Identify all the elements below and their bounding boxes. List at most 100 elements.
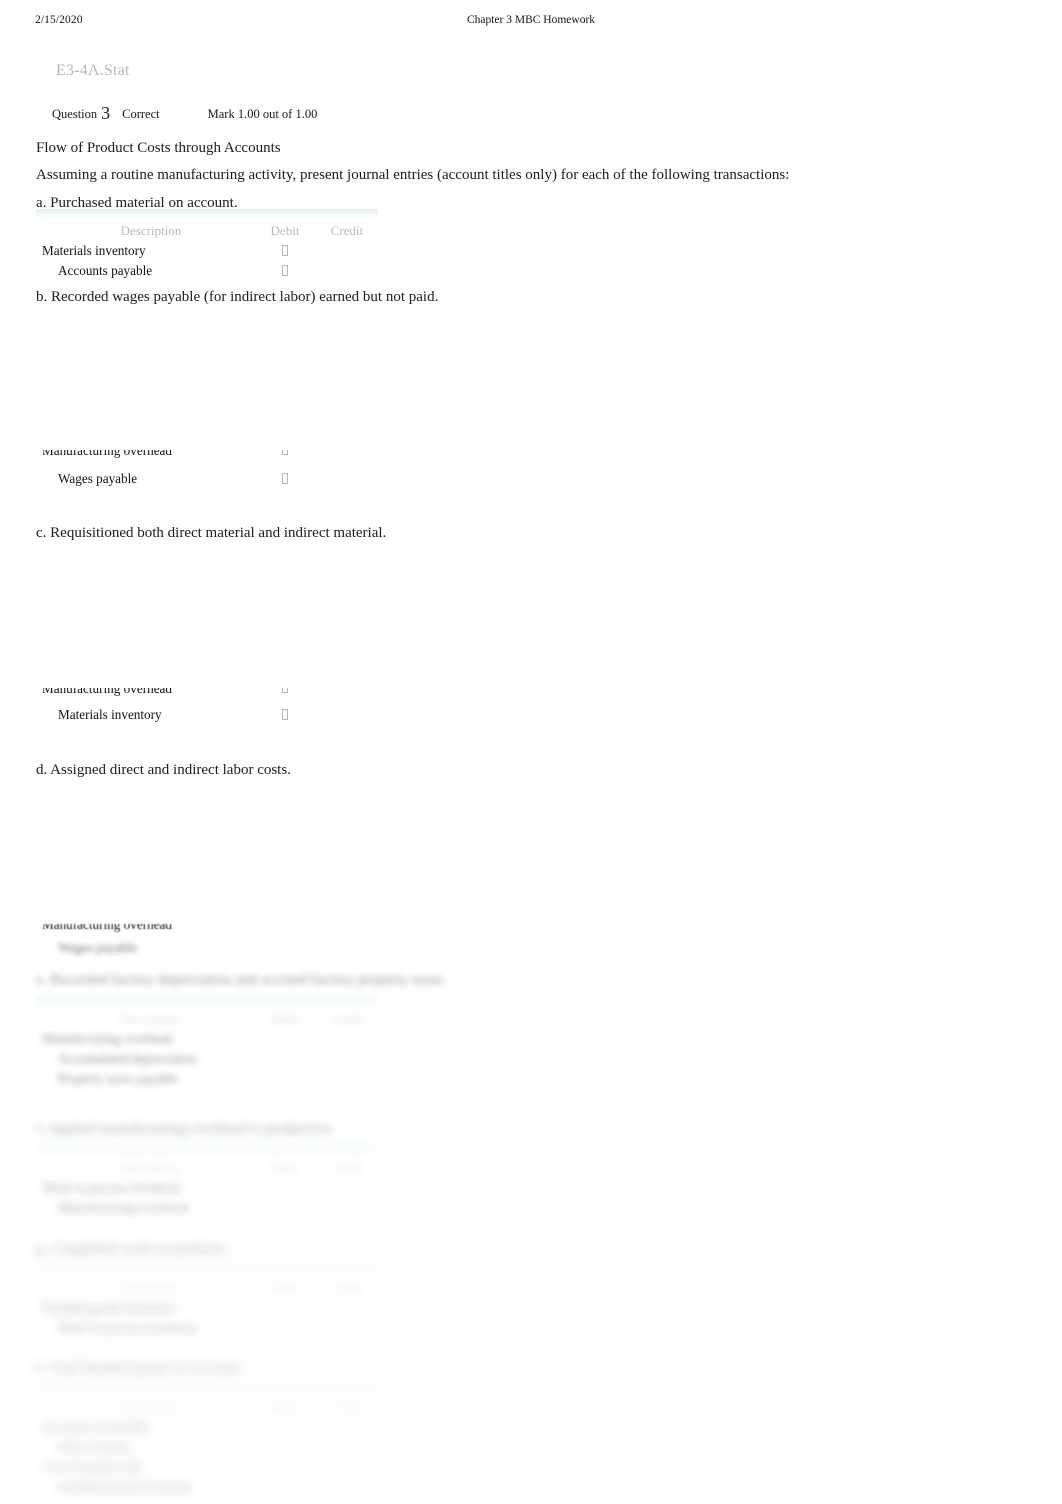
- missing-glyph-icon: [282, 265, 288, 276]
- account-title: Manufacturing overhead: [42, 1031, 172, 1046]
- account-title: Accounts receivable: [42, 1419, 150, 1434]
- print-document-title: Chapter 3 MBC Homework: [466, 14, 596, 26]
- table-row: Accumulated depreciation: [36, 1049, 378, 1069]
- account-title: Cost of goods sold: [42, 1459, 141, 1474]
- account-title: Manufacturing overhead: [42, 924, 172, 932]
- table-header-band: [36, 209, 378, 220]
- table-row: Materials inventory: [36, 241, 378, 261]
- part-e-prompt: e. Recorded factory depreciation and acc…: [36, 972, 447, 988]
- debit-value: [254, 264, 316, 278]
- table-header-row: Description Debit Credit: [36, 220, 378, 241]
- part-b-prompt: b. Recorded wages payable (for indirect …: [36, 289, 439, 305]
- missing-glyph-icon: [282, 450, 288, 455]
- table-row: Cost of goods sold: [36, 1457, 378, 1477]
- table-row: Wages payable: [36, 938, 378, 958]
- account-title: Accumulated depreciation: [58, 1051, 197, 1066]
- blurred-content-region: Wages payable e. Recorded factory deprec…: [0, 938, 1062, 1504]
- account-title: Manufacturing overhead: [42, 688, 172, 696]
- column-header-description: Description: [120, 1279, 182, 1295]
- account-title: Materials inventory: [58, 707, 162, 722]
- debit-value: [254, 244, 316, 258]
- account-title: Sales revenue: [58, 1439, 131, 1454]
- journal-table-f: Description Debit Credit Work in process…: [36, 1145, 378, 1218]
- part-f-prompt: f. Applied manufacturing overhead to pro…: [36, 1121, 334, 1137]
- part-c-prompt: c. Requisitioned both direct material an…: [36, 525, 387, 541]
- journal-table-g: Description Debit Credit Finished goods …: [36, 1265, 378, 1338]
- missing-glyph-icon: [282, 709, 288, 720]
- column-header-description: Description: [120, 1010, 182, 1026]
- table-row: Manufacturing overhead: [36, 1198, 378, 1218]
- journal-table-e: Description Debit Credit Manufacturing o…: [36, 996, 378, 1089]
- journal-table-b: Wages payable: [36, 469, 378, 489]
- column-header-credit: Credit: [330, 1398, 364, 1414]
- table-header-band: [36, 996, 378, 1008]
- table-row: Work in process inventory: [36, 1318, 378, 1338]
- account-title: Accounts payable: [58, 263, 153, 278]
- account-title: Work in process inventory: [58, 1320, 198, 1335]
- account-title: Finished goods inventory: [58, 1479, 193, 1494]
- column-header-credit: Credit: [330, 1010, 364, 1026]
- table-row: Sales revenue: [36, 1437, 378, 1457]
- table-row: Manufacturing overhead: [36, 1029, 378, 1049]
- journal-row-clipped-b: Manufacturing overhead: [36, 450, 378, 461]
- column-header-debit: Debit: [270, 1159, 300, 1175]
- journal-row-clipped-c: Manufacturing overhead: [36, 688, 378, 699]
- column-header-credit: Credit: [330, 222, 364, 238]
- missing-glyph-icon: [282, 473, 288, 484]
- journal-row-clipped-d: Manufacturing overhead: [36, 924, 378, 935]
- debit-value: [254, 472, 316, 486]
- debit-value: [254, 450, 316, 458]
- account-title: Finished goods inventory: [42, 1300, 177, 1315]
- account-title: Materials inventory: [42, 243, 146, 258]
- table-header-band: [36, 1265, 378, 1277]
- column-header-debit: Debit: [270, 1010, 300, 1026]
- account-title: Wages payable: [58, 471, 138, 486]
- table-row: Finished goods inventory: [36, 1298, 378, 1318]
- table-header-row: Description Debit Credit: [36, 1008, 378, 1029]
- print-header: 2/15/2020 Chapter 3 MBC Homework: [0, 14, 1062, 34]
- account-title: Wages payable: [58, 940, 138, 955]
- question-state-badge: Correct: [122, 107, 160, 121]
- column-header-credit: Credit: [330, 1159, 364, 1175]
- account-title: Work in process inventory: [42, 1180, 182, 1195]
- table-header-row: Description Debit Credit: [36, 1157, 378, 1178]
- table-header-row: Description Debit Credit: [36, 1396, 378, 1417]
- debit-value: [254, 708, 316, 722]
- column-header-description: Description: [120, 1159, 182, 1175]
- question-code: E3-4A.Stat: [56, 62, 130, 79]
- part-g-prompt: g. Completed work on products.: [36, 1241, 230, 1257]
- exercise-instruction: Assuming a routine manufacturing activit…: [36, 167, 790, 183]
- journal-table-a: Description Debit Credit Materials inven…: [36, 209, 378, 281]
- table-row: Materials inventory: [36, 705, 378, 725]
- table-row: Work in process inventory: [36, 1178, 378, 1198]
- missing-glyph-icon: [282, 245, 288, 256]
- column-header-debit: Debit: [270, 222, 300, 238]
- table-row: Accounts payable: [36, 261, 378, 281]
- missing-glyph-icon: [282, 688, 288, 693]
- column-header-credit: Credit: [330, 1279, 364, 1295]
- table-header-band: [36, 1145, 378, 1157]
- account-title: Property taxes payable: [58, 1071, 179, 1086]
- table-row: Accounts receivable: [36, 1417, 378, 1437]
- question-mark: Mark 1.00 out of 1.00: [207, 107, 318, 121]
- question-meta: Question 3 Correct Mark 1.00 out of 1.00: [52, 103, 317, 124]
- column-header-debit: Debit: [270, 1279, 300, 1295]
- table-row: Wages payable: [36, 469, 378, 489]
- debit-value: [254, 688, 316, 696]
- question-number: 3: [101, 103, 111, 123]
- table-row: Property taxes payable: [36, 1069, 378, 1089]
- column-header-debit: Debit: [270, 1398, 300, 1414]
- exercise-heading: Flow of Product Costs through Accounts: [36, 140, 281, 156]
- question-label: Question: [52, 107, 98, 121]
- table-row: Finished goods inventory: [36, 1477, 378, 1497]
- part-h-prompt: h. Sold finished goods on account.: [36, 1360, 244, 1376]
- column-header-description: Description: [120, 222, 182, 238]
- journal-table-h: Description Debit Credit Accounts receiv…: [36, 1384, 378, 1497]
- account-title: Manufacturing overhead: [58, 1200, 188, 1215]
- table-header-row: Description Debit Credit: [36, 1277, 378, 1298]
- part-d-prompt: d. Assigned direct and indirect labor co…: [36, 762, 291, 778]
- account-title: Manufacturing overhead: [42, 450, 172, 458]
- journal-table-c: Materials inventory: [36, 705, 378, 725]
- column-header-description: Description: [120, 1398, 182, 1414]
- table-header-band: [36, 1384, 378, 1396]
